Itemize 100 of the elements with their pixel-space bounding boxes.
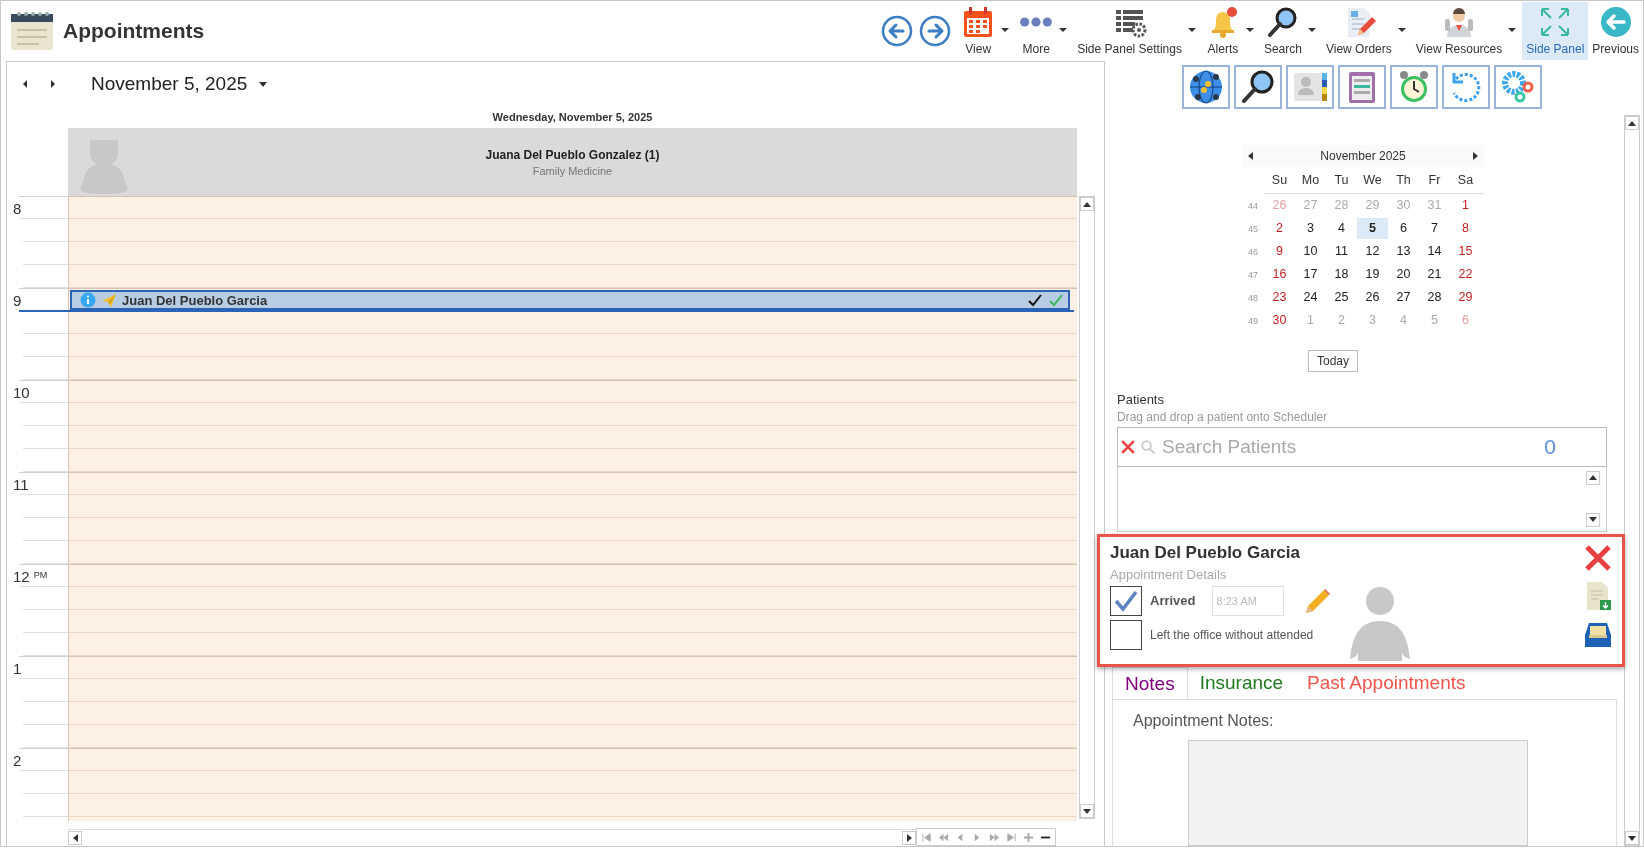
hint-text: Drag and drop a patient onto Scheduler [1117,410,1329,424]
patient-list[interactable] [1117,466,1607,532]
calendar-day[interactable]: 8 [1450,218,1481,239]
caret-icon[interactable] [1508,28,1517,32]
calendar-day[interactable]: 5 [1357,218,1388,239]
calendar-day[interactable]: 21 [1419,264,1450,285]
caret-icon[interactable] [1307,28,1316,32]
search-input[interactable]: Search Patients [1160,434,1541,459]
calendar-day[interactable]: 24 [1295,287,1326,308]
toolbar-button[interactable]: View Orders [1321,2,1396,60]
gears-icon [1500,69,1536,105]
week-number: 45 [1247,223,1259,234]
hour-label: 2 [13,752,22,769]
caret-icon[interactable] [1059,28,1068,32]
toolbar-button[interactable]: More [1015,2,1058,60]
calendar-day[interactable]: 13 [1388,241,1419,262]
calendar-day[interactable]: 10 [1295,241,1326,262]
result-count: 0 [1544,434,1556,459]
toolbar-button[interactable]: View Resources [1411,2,1507,60]
calendar-day[interactable]: 28 [1419,287,1450,308]
calendar-day[interactable]: 11 [1326,241,1357,262]
close-icon[interactable] [1583,542,1613,573]
checkbox[interactable] [1110,585,1142,616]
appointment-title: Juan Del Pueblo Garcia [122,292,269,308]
first-page-icon[interactable] [921,831,932,843]
calendar-day[interactable]: 12 [1357,241,1388,262]
hour-label: 11 [13,476,29,493]
scrollbar[interactable] [1079,196,1095,819]
next-month-icon[interactable] [1473,152,1478,160]
notes-field[interactable] [1188,740,1528,846]
calendar-day[interactable]: 19 [1357,264,1388,285]
calendar-day[interactable]: 14 [1419,241,1450,262]
today-button[interactable]: Today [1308,350,1359,372]
caret-icon[interactable] [1397,28,1406,32]
clear-icon [1120,438,1136,455]
calendar-day[interactable]: 30 [1264,310,1295,331]
week-number: 48 [1247,292,1259,303]
calendar-day[interactable]: 27 [1388,287,1419,308]
toolbar-button[interactable]: Alerts [1201,2,1244,60]
field-label: Appointment Notes: [1133,712,1275,730]
week-number: 47 [1247,269,1259,280]
calendar-day[interactable]: 23 [1264,287,1295,308]
weekday-label: Su [1270,173,1289,187]
date-label[interactable]: November 5, 2025 [91,73,248,95]
more-icon [1019,15,1054,29]
weekday-label: We [1362,173,1383,187]
calendar-day[interactable]: 6 [1388,218,1419,239]
hour-label: 9 [13,292,22,309]
doctor-icon [1442,5,1476,39]
section-title: Patients [1117,392,1165,407]
checkmark-icon [1048,292,1064,308]
calendar-day[interactable]: 25 [1326,287,1357,308]
calendar-day[interactable]: 26 [1357,287,1388,308]
caret-icon[interactable] [259,81,268,87]
toolbar-button[interactable]: Side Panel Settings [1073,2,1186,60]
resource-specialty: Family Medicine [532,164,613,177]
calendar-day[interactable]: 9 [1264,241,1295,262]
calendar-day[interactable]: 7 [1419,218,1450,239]
calendar-day[interactable]: 18 [1326,264,1357,285]
person-icon [1348,584,1412,663]
caret-icon[interactable] [1245,28,1254,32]
last-page-icon[interactable] [1006,831,1017,843]
calendar-day[interactable]: 2 [1264,218,1295,239]
plus-icon[interactable] [1023,831,1034,843]
next-day-icon[interactable] [51,80,55,88]
toolbar-button[interactable]: View [957,2,1000,60]
hour-suffix: PM [33,570,48,580]
week-number: 46 [1247,246,1259,257]
calendar-day[interactable]: 3 [1295,218,1326,239]
calendar-day[interactable]: 17 [1295,264,1326,285]
tab[interactable]: Notes [1112,667,1188,699]
horizontal-scrollbar[interactable] [68,828,916,846]
search-icon [1240,69,1276,105]
paper-plane-icon [101,292,117,308]
toolbar-button[interactable] [1234,65,1282,109]
calendar-day[interactable]: 22 [1450,264,1481,285]
fast-back-icon[interactable] [938,831,949,843]
toolbar-button[interactable]: Search [1259,2,1306,60]
checkbox-label: Left the office without attended [1150,627,1314,642]
caret-icon[interactable] [1187,28,1196,32]
toolbar-button[interactable]: Side Panel [1522,2,1589,60]
resource-name: Juana Del Pueblo Gonzalez (1) [485,147,660,162]
calendar-day[interactable]: 1 [1450,195,1481,216]
back-circle-icon [1598,5,1633,39]
calendar-day[interactable]: 15 [1450,241,1481,262]
app-title: Appointments [63,19,205,43]
calendar-day[interactable]: 20 [1388,264,1419,285]
checkbox[interactable] [1110,619,1142,650]
time-slot[interactable] [68,311,1077,334]
tab[interactable]: Insurance [1187,667,1296,699]
previous-month-icon[interactable] [1248,152,1253,160]
calendar-day[interactable]: 4 [1326,218,1357,239]
toolbar-button[interactable]: Previous [1588,2,1643,60]
fast-forward-icon[interactable] [989,831,1000,843]
calendar-day[interactable]: 29 [1450,287,1481,308]
previous-day-icon[interactable] [23,80,27,88]
hour-label: 10 [13,384,30,401]
toolbar-button[interactable] [1182,65,1230,109]
caret-icon[interactable] [1001,28,1010,32]
calendar-day[interactable]: 16 [1264,264,1295,285]
